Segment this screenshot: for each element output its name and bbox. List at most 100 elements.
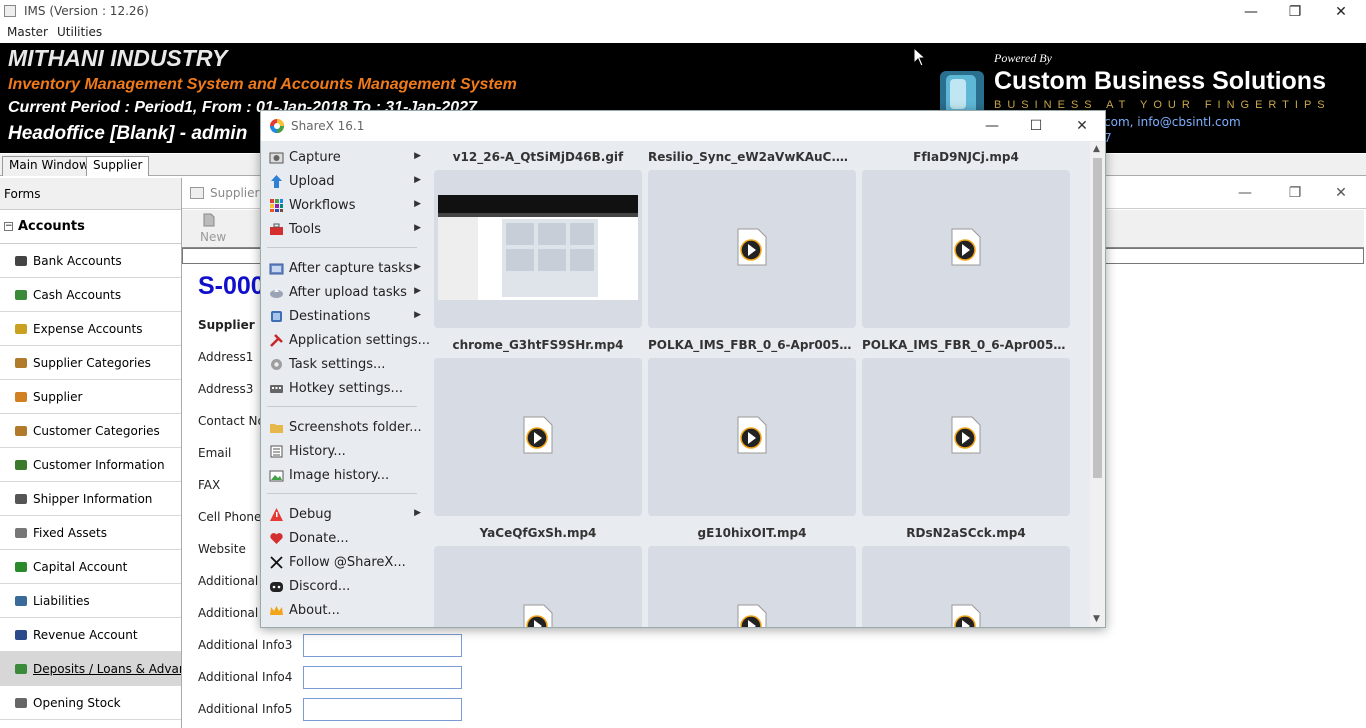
sidebar-item[interactable]: Customer Information: [0, 448, 181, 482]
sidebar-item[interactable]: Liabilities: [0, 584, 181, 618]
restore-button[interactable]: ❐: [1272, 2, 1318, 22]
sidebar-item[interactable]: Deposits / Loans & Advances: [0, 652, 181, 686]
field-label: Additional Info5: [198, 702, 293, 716]
sharex-menu-label: History...: [289, 443, 346, 459]
tab-main-window[interactable]: Main Window: [2, 156, 96, 176]
file-name[interactable]: Resilio_Sync_eW2aVwKAuC.mp4: [648, 150, 856, 164]
sharex-menu-item[interactable]: Debug ▶: [269, 503, 421, 525]
file-thumbnail[interactable]: [648, 170, 856, 328]
file-thumbnail[interactable]: [862, 546, 1070, 627]
sharex-menu-item[interactable]: Application settings...: [269, 329, 430, 351]
supplier-restore-button[interactable]: ❐: [1272, 183, 1318, 203]
scrollbar-thumb[interactable]: [1093, 158, 1102, 478]
sidebar-item-label: Capital Account: [33, 559, 128, 574]
field-input[interactable]: [303, 634, 462, 657]
sharex-menu-label: Debug: [289, 506, 332, 522]
sharex-title-bar: ShareX 16.1 — ☐ ✕: [261, 111, 1105, 141]
menu-master[interactable]: Master: [7, 25, 48, 39]
cash-icon: [14, 288, 28, 302]
file-name[interactable]: gE10hixOIT.mp4: [648, 526, 856, 540]
sharex-menu-item[interactable]: Upload ▶: [269, 170, 421, 192]
menu-separator: [267, 406, 417, 407]
window-title: IMS (Version : 12.26): [24, 4, 149, 18]
sidebar-item[interactable]: Fixed Assets: [0, 516, 181, 550]
file-name[interactable]: POLKA_IMS_FBR_0_6-Apr005_3Og...: [862, 338, 1070, 352]
file-thumbnail[interactable]: [648, 546, 856, 627]
sharex-menu-item[interactable]: Donate...: [269, 527, 421, 549]
sharex-menu-item[interactable]: Task settings...: [269, 353, 421, 375]
sidebar-item[interactable]: Supplier: [0, 380, 181, 414]
keyboard-icon: [269, 381, 284, 396]
sharex-menu-item[interactable]: Tools ▶: [269, 218, 421, 240]
sharex-menu-item[interactable]: Hotkey settings...: [269, 377, 421, 399]
file-name[interactable]: v12_26-A_QtSiMjD46B.gif: [434, 150, 642, 164]
new-button[interactable]: New: [200, 230, 226, 244]
sidebar-item[interactable]: Cash Accounts: [0, 278, 181, 312]
sharex-menu-item[interactable]: History...: [269, 440, 421, 462]
company-name: MITHANI INDUSTRY: [8, 45, 228, 71]
sharex-menu-item[interactable]: Discord...: [269, 575, 421, 597]
file-name[interactable]: YaCeQfGxSh.mp4: [434, 526, 642, 540]
video-file-icon: [736, 604, 768, 627]
sidebar-item[interactable]: Customer Categories: [0, 414, 181, 448]
file-name[interactable]: POLKA_IMS_FBR_0_6-Apr005_gf1...: [648, 338, 856, 352]
sharex-menu-item[interactable]: About...: [269, 599, 421, 621]
system-subtitle: Inventory Management System and Accounts…: [8, 76, 517, 93]
sidebar-item[interactable]: Supplier Categories: [0, 346, 181, 380]
accounts-group-header[interactable]: − Accounts: [0, 210, 181, 244]
sharex-menu-item[interactable]: After capture tasks ▶: [269, 257, 421, 279]
submenu-arrow-icon: ▶: [414, 175, 421, 185]
sharex-menu-item[interactable]: After upload tasks ▶: [269, 281, 421, 303]
sidebar-item[interactable]: Expense Accounts: [0, 312, 181, 346]
sharex-menu-item[interactable]: Image history...: [269, 464, 421, 486]
video-file-icon: [950, 604, 982, 627]
file-name[interactable]: chrome_G3htFS9SHr.mp4: [434, 338, 642, 352]
sharex-menu-item[interactable]: Destinations ▶: [269, 305, 421, 327]
file-name[interactable]: FfIaD9NJCj.mp4: [862, 150, 1070, 164]
tab-supplier[interactable]: Supplier: [86, 156, 150, 176]
sharex-menu-item[interactable]: Workflows ▶: [269, 194, 421, 216]
video-file-icon: [522, 604, 554, 627]
upload-arrow-icon: [269, 174, 284, 189]
sharex-maximize-button[interactable]: ☐: [1013, 116, 1059, 136]
close-button[interactable]: ✕: [1318, 2, 1364, 22]
sidebar-item[interactable]: Shipper Information: [0, 482, 181, 516]
sidebar-item[interactable]: Bank Accounts: [0, 244, 181, 278]
sidebar-item[interactable]: Revenue Account: [0, 618, 181, 652]
sidebar-item-label: Supplier: [33, 389, 83, 404]
sharex-menu-item[interactable]: Screenshots folder...: [269, 416, 422, 438]
file-thumbnail[interactable]: [862, 170, 1070, 328]
minimize-button[interactable]: —: [1228, 2, 1274, 22]
gear-icon: [269, 357, 284, 372]
sidebar-item[interactable]: Opening Stock: [0, 686, 181, 720]
crown-icon: [269, 603, 284, 618]
field-input[interactable]: [303, 698, 462, 721]
field-input[interactable]: [303, 666, 462, 689]
new-document-icon: [203, 213, 215, 227]
field-label: Contact No: [198, 414, 265, 428]
collapse-icon[interactable]: −: [4, 222, 13, 231]
supplier-minimize-button[interactable]: —: [1222, 183, 1268, 203]
sharex-menu-label: Task settings...: [289, 356, 386, 372]
supplier-close-button[interactable]: ✕: [1318, 183, 1364, 203]
file-thumbnail[interactable]: [648, 358, 856, 516]
file-thumbnail[interactable]: [434, 170, 642, 328]
file-thumbnail[interactable]: [862, 358, 1070, 516]
accounts-group-label: Accounts: [18, 219, 85, 234]
sharex-menu-item[interactable]: Capture ▶: [269, 146, 421, 168]
file-thumbnail[interactable]: [434, 546, 642, 627]
sharex-scrollbar[interactable]: ▲ ▼: [1090, 142, 1105, 627]
sidebar-items: Bank Accounts Cash Accounts Expense Accoun…: [0, 244, 181, 720]
file-thumbnail[interactable]: [434, 358, 642, 516]
sharex-minimize-button[interactable]: —: [969, 116, 1015, 136]
scroll-down-icon[interactable]: ▼: [1093, 614, 1100, 624]
sharex-close-button[interactable]: ✕: [1059, 116, 1105, 136]
vendor-contact: com, info@cbsintl.com: [1104, 115, 1241, 129]
sharex-menu-item[interactable]: Follow @ShareX...: [269, 551, 421, 573]
file-name[interactable]: RDsN2aSCck.mp4: [862, 526, 1070, 540]
video-file-icon: [736, 416, 768, 454]
sidebar-item[interactable]: Capital Account: [0, 550, 181, 584]
sharex-menu-label: Screenshots folder...: [289, 419, 422, 435]
menu-utilities[interactable]: Utilities: [57, 25, 102, 39]
scroll-up-icon[interactable]: ▲: [1093, 144, 1100, 154]
